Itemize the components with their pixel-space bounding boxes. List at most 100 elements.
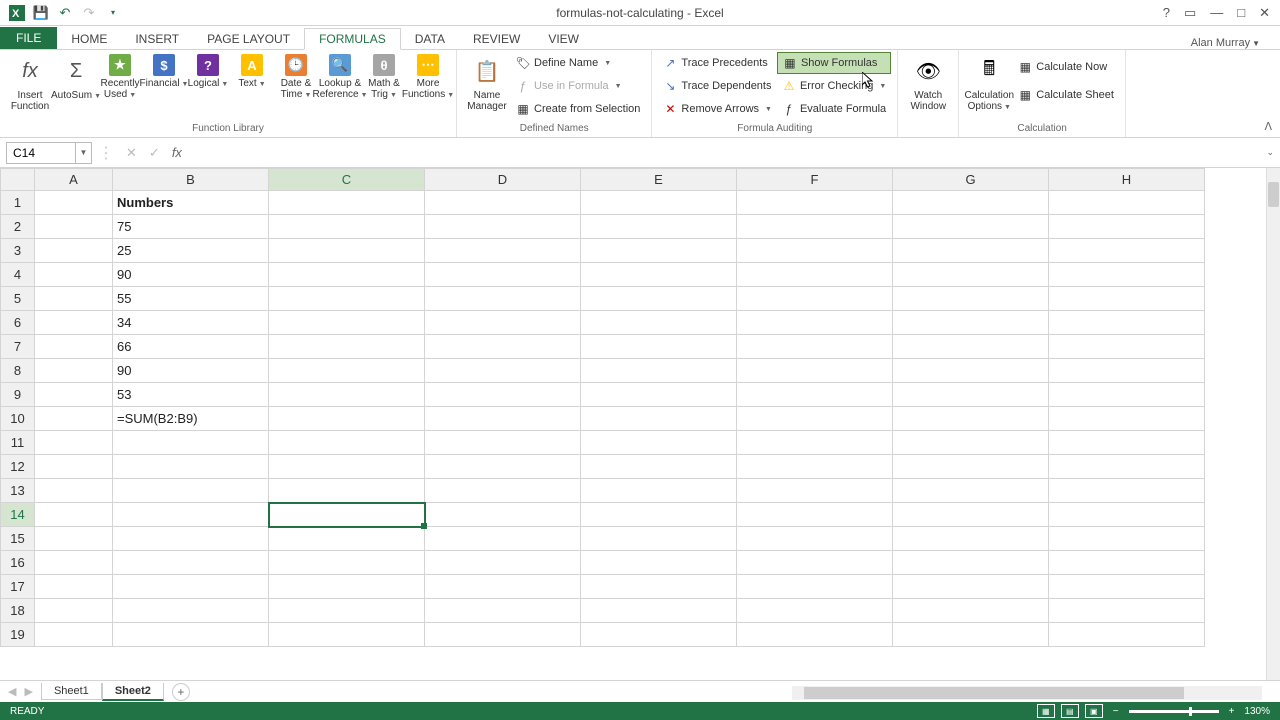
row-header-2[interactable]: 2 <box>1 215 35 239</box>
trace-dependents-button[interactable]: ↘Trace Dependents <box>658 75 777 97</box>
row-header-12[interactable]: 12 <box>1 455 35 479</box>
cell-G15[interactable] <box>893 527 1049 551</box>
cell-H3[interactable] <box>1049 239 1205 263</box>
cell-H10[interactable] <box>1049 407 1205 431</box>
cell-E19[interactable] <box>581 623 737 647</box>
row-header-16[interactable]: 16 <box>1 551 35 575</box>
cell-C17[interactable] <box>269 575 425 599</box>
cell-F12[interactable] <box>737 455 893 479</box>
fx-icon[interactable]: fx <box>172 145 182 160</box>
cell-G3[interactable] <box>893 239 1049 263</box>
cell-G7[interactable] <box>893 335 1049 359</box>
minimize-icon[interactable]: — <box>1210 5 1223 21</box>
user-name[interactable]: Alan Murray <box>1191 37 1250 49</box>
cell-B15[interactable] <box>113 527 269 551</box>
cell-G2[interactable] <box>893 215 1049 239</box>
zoom-in-icon[interactable]: + <box>1229 706 1235 717</box>
zoom-out-icon[interactable]: − <box>1113 706 1119 717</box>
cell-A6[interactable] <box>35 311 113 335</box>
close-icon[interactable]: ✕ <box>1259 5 1270 21</box>
cell-A4[interactable] <box>35 263 113 287</box>
cell-C10[interactable] <box>269 407 425 431</box>
cell-G19[interactable] <box>893 623 1049 647</box>
financial-button[interactable]: $ Financial▼ <box>142 52 186 90</box>
cell-D9[interactable] <box>425 383 581 407</box>
cell-C18[interactable] <box>269 599 425 623</box>
cell-F13[interactable] <box>737 479 893 503</box>
cell-E7[interactable] <box>581 335 737 359</box>
cell-G8[interactable] <box>893 359 1049 383</box>
cell-D15[interactable] <box>425 527 581 551</box>
row-header-18[interactable]: 18 <box>1 599 35 623</box>
tab-review[interactable]: REVIEW <box>459 29 534 49</box>
cell-E10[interactable] <box>581 407 737 431</box>
cell-H15[interactable] <box>1049 527 1205 551</box>
cell-F2[interactable] <box>737 215 893 239</box>
cell-C13[interactable] <box>269 479 425 503</box>
fill-handle[interactable] <box>421 523 427 529</box>
autosum-button[interactable]: Σ AutoSum▼ <box>54 52 98 102</box>
cell-F7[interactable] <box>737 335 893 359</box>
zoom-level[interactable]: 130% <box>1244 706 1270 717</box>
cell-A9[interactable] <box>35 383 113 407</box>
cell-G5[interactable] <box>893 287 1049 311</box>
collapse-ribbon-icon[interactable]: ᐱ <box>1264 120 1272 133</box>
cell-B6[interactable]: 34 <box>113 311 269 335</box>
cell-F14[interactable] <box>737 503 893 527</box>
cell-A3[interactable] <box>35 239 113 263</box>
row-header-3[interactable]: 3 <box>1 239 35 263</box>
cell-H12[interactable] <box>1049 455 1205 479</box>
page-break-view-icon[interactable]: ▣ <box>1085 704 1103 718</box>
cell-F5[interactable] <box>737 287 893 311</box>
cell-A12[interactable] <box>35 455 113 479</box>
cell-C5[interactable] <box>269 287 425 311</box>
row-header-8[interactable]: 8 <box>1 359 35 383</box>
expand-formula-bar-icon[interactable]: ⌄ <box>1266 147 1274 158</box>
cell-G12[interactable] <box>893 455 1049 479</box>
lookup-button[interactable]: 🔍 Lookup & Reference▼ <box>318 52 362 101</box>
cell-A2[interactable] <box>35 215 113 239</box>
cell-D11[interactable] <box>425 431 581 455</box>
remove-arrows-button[interactable]: ✕Remove Arrows▼ <box>658 98 777 120</box>
column-header-C[interactable]: C <box>269 169 425 191</box>
cell-E18[interactable] <box>581 599 737 623</box>
cell-E3[interactable] <box>581 239 737 263</box>
text-button[interactable]: A Text▼ <box>230 52 274 90</box>
cell-D13[interactable] <box>425 479 581 503</box>
cell-C2[interactable] <box>269 215 425 239</box>
page-layout-view-icon[interactable]: ▤ <box>1061 704 1079 718</box>
help-icon[interactable]: ? <box>1163 5 1170 21</box>
qat-customize-icon[interactable]: ▾ <box>104 4 122 22</box>
cell-G10[interactable] <box>893 407 1049 431</box>
cell-F3[interactable] <box>737 239 893 263</box>
cell-B9[interactable]: 53 <box>113 383 269 407</box>
cell-F11[interactable] <box>737 431 893 455</box>
cell-G1[interactable] <box>893 191 1049 215</box>
row-header-7[interactable]: 7 <box>1 335 35 359</box>
cell-H18[interactable] <box>1049 599 1205 623</box>
redo-icon[interactable]: ↷ <box>80 4 98 22</box>
cell-B14[interactable] <box>113 503 269 527</box>
cell-F10[interactable] <box>737 407 893 431</box>
cell-H8[interactable] <box>1049 359 1205 383</box>
cell-D4[interactable] <box>425 263 581 287</box>
row-header-6[interactable]: 6 <box>1 311 35 335</box>
cell-B1[interactable]: Numbers <box>113 191 269 215</box>
trace-precedents-button[interactable]: ↗Trace Precedents <box>658 52 777 74</box>
sheet-tab-2[interactable]: Sheet2 <box>102 683 164 701</box>
cell-G6[interactable] <box>893 311 1049 335</box>
formula-input[interactable] <box>188 142 1260 164</box>
cell-H13[interactable] <box>1049 479 1205 503</box>
cell-F1[interactable] <box>737 191 893 215</box>
cell-C12[interactable] <box>269 455 425 479</box>
cell-A13[interactable] <box>35 479 113 503</box>
logical-button[interactable]: ? Logical▼ <box>186 52 230 90</box>
cell-C3[interactable] <box>269 239 425 263</box>
cell-C15[interactable] <box>269 527 425 551</box>
maximize-icon[interactable]: □ <box>1237 5 1245 21</box>
name-manager-button[interactable]: 📋 Name Manager <box>463 52 511 112</box>
cell-G11[interactable] <box>893 431 1049 455</box>
row-header-13[interactable]: 13 <box>1 479 35 503</box>
cell-H14[interactable] <box>1049 503 1205 527</box>
cell-G9[interactable] <box>893 383 1049 407</box>
